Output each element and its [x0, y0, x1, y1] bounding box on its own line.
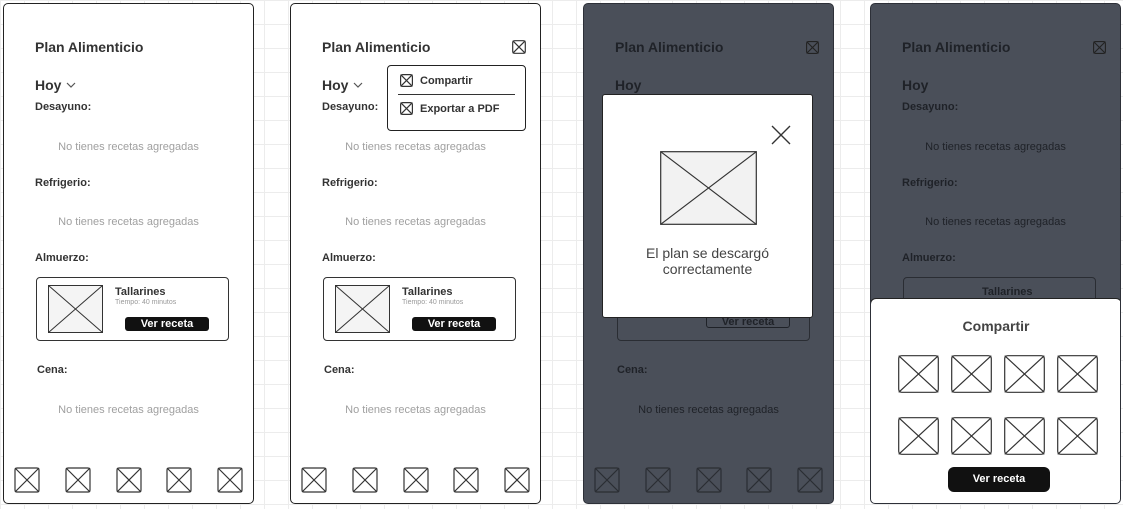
share-option-icon[interactable] [1057, 355, 1098, 393]
recipe-time: Tiempo: 40 minutos [402, 299, 464, 306]
menu-item-label: Exportar a PDF [420, 102, 500, 115]
recipe-name: Tallarines [982, 286, 1033, 298]
recipe-card[interactable]: Tallarines Tiempo: 40 minutos Ver receta [323, 277, 516, 341]
success-modal: El plan se descargó correctamente [602, 94, 813, 318]
share-option-icon[interactable] [898, 417, 939, 455]
recipe-name: Tallarines [115, 286, 166, 298]
menu-item-share[interactable]: Compartir [400, 74, 473, 87]
nav-icon-3 [695, 467, 722, 493]
view-recipe-button[interactable]: Ver receta [412, 317, 496, 331]
snack-heading: Refrigerio: [35, 177, 91, 189]
breakfast-empty: No tienes recetas agregadas [925, 141, 1066, 153]
day-label: Hoy [35, 77, 62, 93]
image-placeholder-icon [335, 285, 390, 333]
dinner-empty: No tienes recetas agregadas [345, 404, 486, 416]
share-options-row-1 [898, 355, 1098, 393]
screen-share-sheet: Plan Alimenticio Hoy Desayuno: No tienes… [870, 3, 1121, 504]
bottom-nav [301, 467, 530, 493]
nav-icon-2[interactable] [65, 467, 91, 493]
dinner-heading: Cena: [37, 364, 68, 376]
share-option-icon[interactable] [951, 355, 992, 393]
options-menu: Compartir Exportar a PDF [387, 65, 526, 131]
image-placeholder-icon [48, 285, 103, 333]
menu-divider [398, 94, 515, 95]
close-icon[interactable] [771, 125, 791, 145]
lunch-heading: Almuerzo: [35, 252, 89, 264]
nav-icon-1 [594, 467, 620, 493]
bottom-nav [594, 467, 823, 493]
success-line-2: correctamente [662, 261, 753, 277]
snack-empty: No tienes recetas agregadas [345, 216, 486, 228]
dinner-empty: No tienes recetas agregadas [638, 404, 779, 416]
recipe-time: Tiempo: 40 minutos [115, 299, 177, 306]
screen-meal-plan-menu: Plan Alimenticio Hoy Desayuno: No tienes… [290, 3, 541, 504]
pdf-icon [400, 102, 413, 115]
chevron-down-icon [67, 82, 76, 88]
dinner-empty: No tienes recetas agregadas [58, 404, 199, 416]
nav-icon-5 [797, 467, 823, 493]
nav-icon-5[interactable] [217, 467, 243, 493]
screen-meal-plan: Plan Alimenticio Hoy Desayuno: No tienes… [3, 3, 254, 504]
day-selector[interactable]: Hoy [35, 77, 77, 93]
options-icon[interactable] [512, 40, 526, 54]
page-title: Plan Alimenticio [902, 39, 1011, 55]
nav-icon-4 [746, 467, 772, 493]
share-option-icon[interactable] [1057, 417, 1098, 455]
breakfast-heading: Desayuno: [322, 101, 379, 113]
snack-heading: Refrigerio: [322, 177, 378, 189]
snack-heading: Refrigerio: [902, 177, 958, 189]
options-icon[interactable] [1093, 41, 1106, 54]
menu-item-export-pdf[interactable]: Exportar a PDF [400, 102, 499, 115]
nav-icon-4[interactable] [453, 467, 479, 493]
page-title: Plan Alimenticio [615, 39, 724, 55]
nav-icon-2 [645, 467, 671, 493]
breakfast-empty: No tienes recetas agregadas [58, 141, 199, 153]
share-icon [400, 74, 413, 87]
chevron-down-icon [354, 82, 363, 88]
day-label: Hoy [902, 77, 929, 93]
page-title: Plan Alimenticio [35, 39, 144, 55]
nav-icon-3[interactable] [115, 467, 142, 493]
dinner-heading: Cena: [324, 364, 355, 376]
success-line-1: El plan se descargó [646, 245, 769, 261]
share-option-icon[interactable] [951, 417, 992, 455]
share-option-icon[interactable] [1004, 355, 1045, 393]
share-option-icon[interactable] [1004, 417, 1045, 455]
screen-download-success: Plan Alimenticio Hoy Ver receta Cena: No… [583, 3, 834, 504]
nav-icon-5[interactable] [504, 467, 530, 493]
breakfast-heading: Desayuno: [902, 101, 959, 113]
breakfast-empty: No tienes recetas agregadas [345, 141, 486, 153]
day-selector[interactable]: Hoy [322, 77, 364, 93]
share-option-icon[interactable] [898, 355, 939, 393]
options-icon[interactable] [806, 41, 819, 54]
breakfast-heading: Desayuno: [35, 101, 92, 113]
menu-item-label: Compartir [420, 74, 473, 87]
view-recipe-button[interactable]: Ver receta [125, 317, 209, 331]
nav-icon-4[interactable] [166, 467, 192, 493]
snack-empty: No tienes recetas agregadas [58, 216, 199, 228]
nav-icon-3[interactable] [402, 467, 429, 493]
day-label: Hoy [615, 77, 642, 93]
recipe-name: Tallarines [402, 286, 453, 298]
share-options-row-2 [898, 417, 1098, 455]
recipe-card[interactable]: Tallarines Tiempo: 40 minutos Ver receta [36, 277, 229, 341]
lunch-heading: Almuerzo: [322, 252, 376, 264]
nav-icon-1[interactable] [14, 467, 40, 493]
bottom-nav [14, 467, 243, 493]
page-title: Plan Alimenticio [322, 39, 431, 55]
share-title: Compartir [962, 318, 1030, 334]
snack-empty: No tienes recetas agregadas [925, 216, 1066, 228]
share-confirm-button[interactable]: Ver receta [948, 467, 1050, 492]
nav-icon-1[interactable] [301, 467, 327, 493]
nav-icon-2[interactable] [352, 467, 378, 493]
lunch-heading: Almuerzo: [902, 252, 956, 264]
dinner-heading: Cena: [617, 364, 648, 376]
day-label: Hoy [322, 77, 349, 93]
share-sheet: Compartir Ver receta [871, 298, 1120, 503]
success-message: El plan se descargó correctamente [603, 245, 812, 277]
image-placeholder-icon [660, 151, 757, 225]
